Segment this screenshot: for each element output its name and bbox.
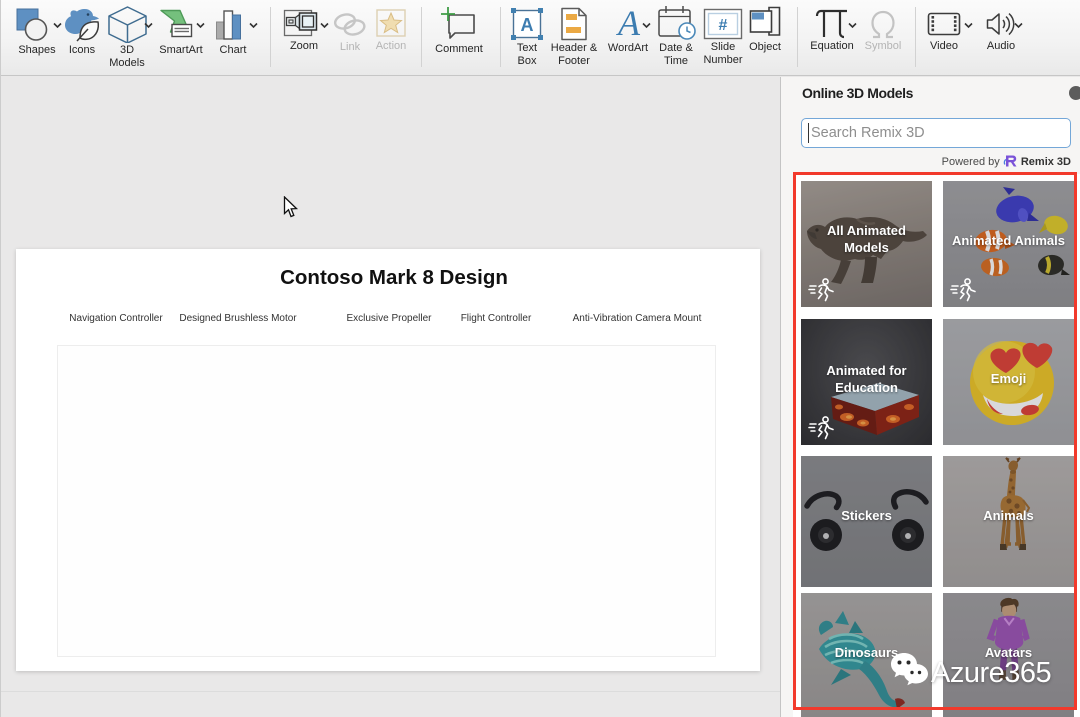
svg-text:#: #	[719, 17, 728, 34]
svg-text:A: A	[616, 7, 641, 41]
svg-text:A: A	[521, 15, 534, 35]
